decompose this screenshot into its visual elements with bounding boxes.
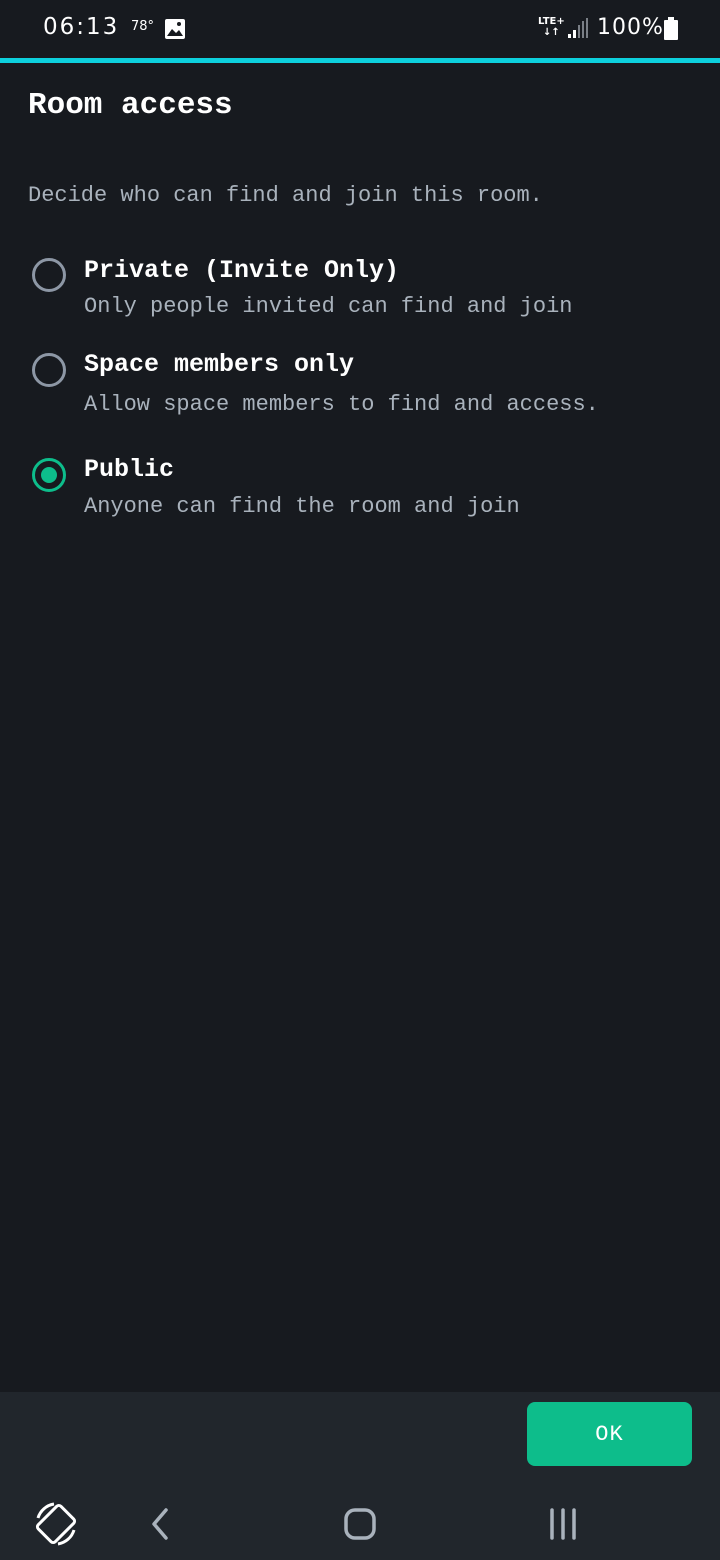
battery-percent: 100% xyxy=(597,15,664,40)
accent-divider xyxy=(0,58,720,63)
option-space-members[interactable]: Space members only Allow space members t… xyxy=(0,346,720,426)
radio-public-selected[interactable] xyxy=(32,458,66,492)
network-type: LTE+ ↓↑ xyxy=(538,16,565,38)
gallery-icon xyxy=(164,18,186,44)
page-title: Room access xyxy=(28,88,233,123)
ok-button[interactable]: OK xyxy=(527,1402,692,1466)
option-public-label: Public xyxy=(84,455,175,484)
option-public-sublabel: Anyone can find the room and join xyxy=(84,494,520,519)
page-description: Decide who can find and join this room. xyxy=(28,183,543,208)
status-bar: 06:13 78° LTE+ ↓↑ 100% xyxy=(0,0,720,58)
option-private-sublabel: Only people invited can find and join xyxy=(84,294,573,319)
radio-space-members[interactable] xyxy=(32,353,66,387)
rotate-icon[interactable] xyxy=(26,1488,86,1560)
system-navigation-bar xyxy=(0,1488,720,1560)
option-private[interactable]: Private (Invite Only) Only people invite… xyxy=(0,250,720,330)
room-access-screen: 06:13 78° LTE+ ↓↑ 100% Room access Decid… xyxy=(0,0,720,1560)
recents-icon[interactable] xyxy=(533,1488,593,1560)
dialog-footer: OK xyxy=(0,1392,720,1488)
status-temperature: 78° xyxy=(131,19,155,34)
battery-icon xyxy=(663,17,679,45)
status-time: 06:13 xyxy=(43,14,120,40)
option-private-label: Private (Invite Only) xyxy=(84,256,400,285)
signal-icon xyxy=(567,17,589,43)
option-space-members-sublabel: Allow space members to find and access. xyxy=(84,392,599,417)
option-space-members-label: Space members only xyxy=(84,350,355,379)
radio-private[interactable] xyxy=(32,258,66,292)
home-icon[interactable] xyxy=(330,1488,390,1560)
option-public[interactable]: Public Anyone can find the room and join xyxy=(0,450,720,530)
back-icon[interactable] xyxy=(130,1488,190,1560)
